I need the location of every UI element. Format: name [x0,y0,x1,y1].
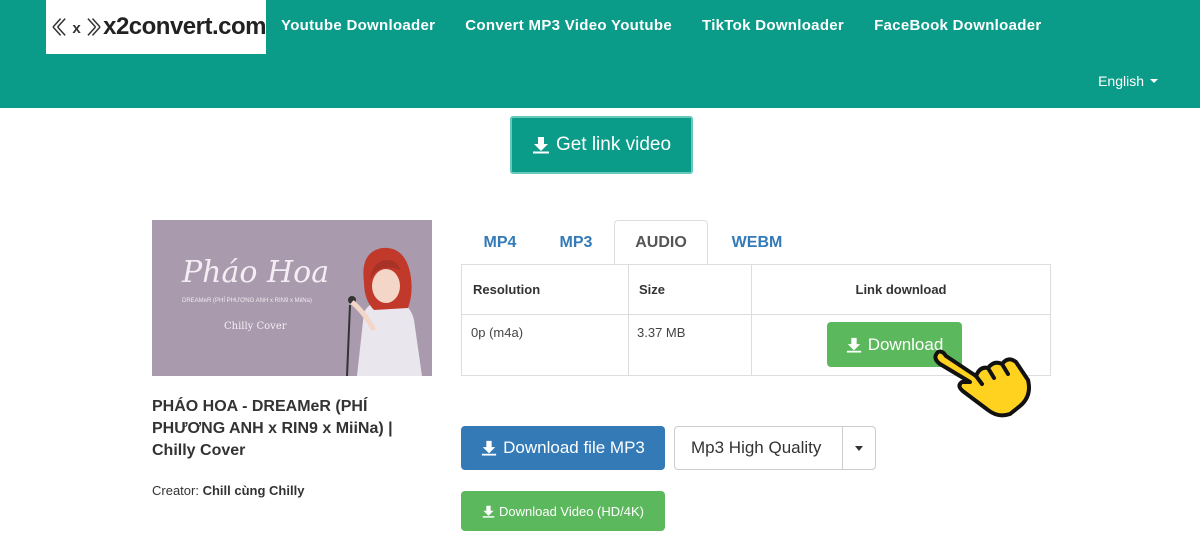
download-video-button[interactable]: Download Video (HD/4K) [461,491,665,531]
nav-convert-mp3[interactable]: Convert MP3 Video Youtube [465,17,672,34]
download-icon [846,337,861,353]
download-mp3-label: Download file MP3 [503,438,645,457]
creator-label: Creator: [152,483,199,498]
tab-audio[interactable]: AUDIO [614,220,708,265]
creator-line: Creator: Chill cùng Chilly [152,483,304,498]
table-header-row: Resolution Size Link download [462,265,1050,315]
video-thumbnail: Pháo Hoa DREAMeR (PHÍ PHƯƠNG ANH x RIN9 … [152,220,432,376]
language-dropdown[interactable]: English [1098,73,1158,89]
creator-name: Chill cùng Chilly [202,483,305,498]
logo-text: x2convert.com [103,13,266,40]
video-title: PHÁO HOA - DREAMeR (PHÍ PHƯƠNG ANH x RIN… [152,398,393,459]
thumbnail-cover-label: Chilly Cover [224,321,287,332]
nav-youtube-downloader[interactable]: Youtube Downloader [281,17,435,34]
nav-facebook-downloader[interactable]: FaceBook Downloader [874,17,1041,34]
quality-selected: Mp3 High Quality [691,438,822,457]
caret-down-icon [1150,79,1158,83]
header-size: Size [629,265,752,314]
tab-mp3[interactable]: MP3 [538,220,614,265]
site-logo[interactable]: x x2convert.com [46,0,266,54]
cell-resolution: 0p (m4a) [462,315,629,376]
quality-select[interactable]: Mp3 High Quality [674,426,876,470]
main-nav: Youtube Downloader Convert MP3 Video You… [281,17,1071,34]
site-header: x x2convert.com Youtube Downloader Conve… [0,0,1200,108]
select-divider [842,427,843,469]
hand-pointer-icon [933,349,1031,418]
get-link-label: Get link video [555,134,672,155]
header-link-download: Link download [855,282,947,297]
download-icon [532,137,549,154]
download-icon [482,440,497,456]
thumbnail-script-title: Pháo Hoa [181,255,329,290]
caret-down-icon[interactable] [855,446,863,451]
download-icon [482,505,495,518]
cell-size: 3.37 MB [629,315,752,376]
logo-mark-icon: x [52,18,101,37]
get-link-video-button[interactable]: Get link video [510,116,693,174]
logo-mark-letter: x [72,20,81,37]
download-mp3-button[interactable]: Download file MP3 [461,426,665,470]
language-label: English [1098,73,1144,89]
nav-tiktok-downloader[interactable]: TikTok Downloader [702,17,844,34]
download-video-label: Download Video (HD/4K) [499,503,644,519]
thumbnail-credits: DREAMeR (PHÍ PHƯƠNG ANH x RIN9 x MiiNa) [182,297,312,304]
header-resolution: Resolution [462,265,629,314]
tab-mp4[interactable]: MP4 [462,220,538,265]
tab-webm[interactable]: WEBM [708,220,806,265]
format-tabs: MP4 MP3 AUDIO WEBM [462,220,806,265]
